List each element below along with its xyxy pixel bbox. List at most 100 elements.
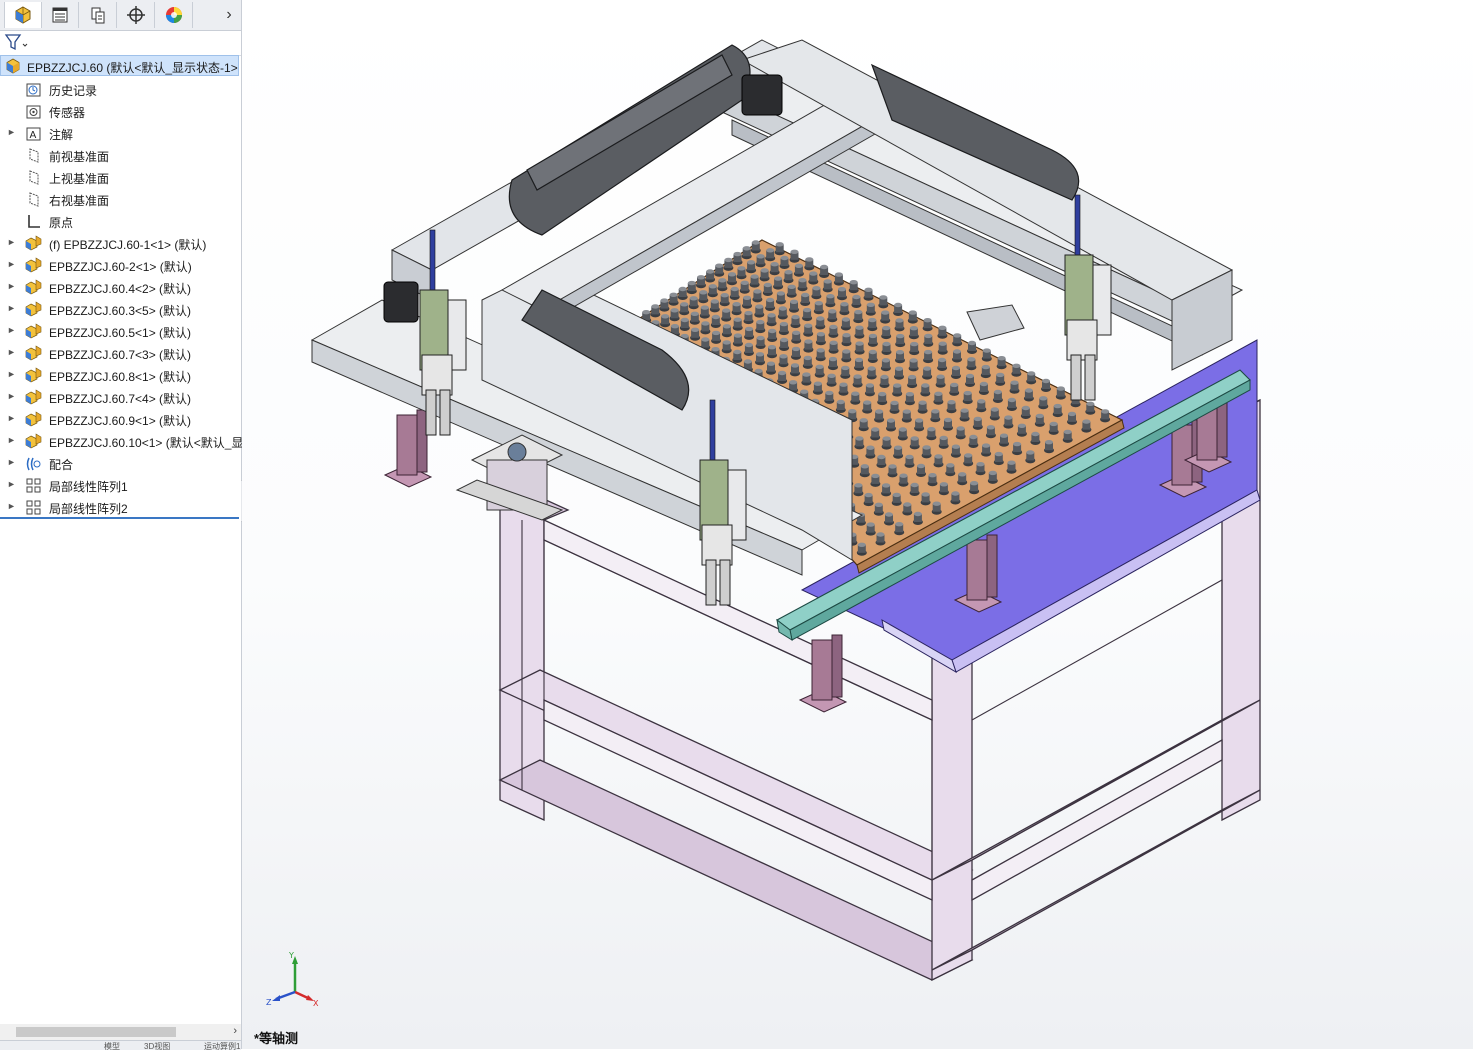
cup-top [934,391,943,396]
cup-top [969,434,978,440]
tree-item[interactable]: ► 局部线性阵列2 [0,496,241,518]
plane-icon [29,170,39,185]
cup-top [701,337,710,342]
cup-top [803,355,812,361]
expand-arrow-icon[interactable]: ► [7,347,16,357]
expand-arrow-icon[interactable]: ► [7,413,16,423]
expand-arrow-icon[interactable]: ► [7,369,16,379]
cup-top [744,342,753,348]
cup-top [863,400,872,405]
tree-root-assembly[interactable]: EPBZZJCJ.60 (默认<默认_显示状态-1> [0,55,239,76]
assembly-model-render[interactable] [242,0,1473,1049]
expand-arrow-icon[interactable]: ► [7,391,16,401]
cup-top [774,276,783,281]
tab-property-manager[interactable] [42,2,79,28]
cup-top [903,502,912,507]
cup-top [939,482,948,487]
cup-top [711,314,720,320]
tree-horizontal-scrollbar[interactable]: › [0,1024,241,1040]
tree-item[interactable]: ► EPBZZJCJ.60.4<2> (默认) [0,276,241,298]
cup-top [852,294,861,300]
scroll-right-arrow-icon[interactable]: › [233,1025,237,1037]
cup-top [1056,386,1065,391]
expand-arrow-icon[interactable]: ► [7,303,16,313]
tree-item[interactable]: ► EPBZZJCJ.60.7<3> (默认) [0,342,241,364]
tree-item[interactable]: ► 局部线性阵列1 [0,474,241,496]
cup-top [1101,409,1110,414]
expand-arrow-icon[interactable]: ► [7,457,16,467]
cup-top [950,382,959,388]
cup-top [834,272,843,277]
expand-arrow-icon[interactable]: ► [7,127,16,137]
subassembly-icon [25,367,42,383]
expand-arrow-icon[interactable]: ► [7,479,16,489]
cup-top [756,352,764,357]
tree-item[interactable]: ► EPBZZJCJ.60.3<5> (默认) [0,298,241,320]
cup-top [823,279,832,284]
tree-item-label: 右视基准面 [49,194,110,208]
tree-item[interactable]: ► EPBZZJCJ.60.9<1> (默认) [0,408,241,430]
tab-dimxpert-manager[interactable] [118,2,155,28]
cup-top [875,409,884,414]
tree-item-label: EPBZZJCJ.60.9<1> (默认) [49,414,192,428]
scrollbar-thumb[interactable] [16,1027,176,1037]
expand-arrow-icon[interactable]: ► [7,281,16,291]
configuration-manager-icon [91,7,105,24]
cup-top [733,333,742,338]
cup-top [791,314,800,320]
filter-icon[interactable] [4,33,30,51]
cup-top [963,390,972,396]
expand-arrow-icon[interactable]: ► [7,435,16,445]
tree-item[interactable]: ► A 注解 [0,122,241,144]
triad-y-label: Y [288,951,294,960]
tree-item[interactable]: ► 配合 [0,452,241,474]
tree-item[interactable]: ► EPBZZJCJ.60.8<1> (默认) [0,364,241,386]
graphics-area[interactable]: Y X Z *等轴测 [242,0,1473,1049]
tree-item[interactable]: ► EPBZZJCJ.60.5<1> (默认) [0,320,241,342]
tree-item[interactable]: 上视基准面 [0,166,241,188]
cup-top [855,357,863,363]
linear-pattern-icon [26,478,41,493]
tree-item-label: 传感器 [49,106,86,120]
tree-item-label: EPBZZJCJ.60.3<5> (默认) [49,304,192,318]
tree-item[interactable]: ► EPBZZJCJ.60.7<4> (默认) [0,386,241,408]
tree-item[interactable]: 右视基准面 [0,188,241,210]
cup-top [934,454,943,459]
cup-top [908,374,917,380]
tab-configuration-manager[interactable] [80,2,117,28]
tree-item[interactable]: 前视基准面 [0,144,241,166]
cup-top [917,463,925,469]
tree-item[interactable]: 传感器 [0,100,241,122]
panel-expand-arrow[interactable]: › [222,6,236,24]
tree-item[interactable]: 原点 [0,210,241,232]
tab-feature-manager[interactable] [4,2,42,28]
cup-top [1063,429,1072,435]
expand-arrow-icon[interactable]: ► [7,501,16,511]
svg-text:A: A [30,130,37,141]
tree-item[interactable]: ► EPBZZJCJ.60-2<1> (默认) [0,254,241,276]
tree-item-label: EPBZZJCJ.60.7<4> (默认) [49,392,192,406]
cup-top [909,326,918,331]
tree-item-label: 历史记录 [49,84,98,98]
tree-item[interactable]: ► (f) EPBZZJCJ.60-1<1> (默认) [0,232,241,254]
cup-top [744,310,753,316]
tree-item[interactable]: ► EPBZZJCJ.60.10<1> (默认<默认_显 [0,430,243,452]
expand-arrow-icon[interactable]: ► [7,237,16,247]
cup-top [809,271,818,276]
cup-top [905,392,914,397]
cup-top [866,302,875,307]
tab-display-manager[interactable] [156,2,193,28]
tree-item[interactable]: 历史记录 [0,78,241,100]
cup-top [767,313,776,318]
expand-arrow-icon[interactable]: ► [7,259,16,269]
expand-arrow-icon[interactable]: ► [7,325,16,335]
cup-top [826,294,835,299]
cup-top [743,295,751,300]
cup-top [868,349,877,355]
sensor-bracket [966,304,1025,341]
cup-top [938,341,947,346]
cup-top [958,472,967,477]
nozzle-station [455,434,564,521]
reference-triad: Y X Z [266,951,319,1008]
cup-top [923,318,932,323]
